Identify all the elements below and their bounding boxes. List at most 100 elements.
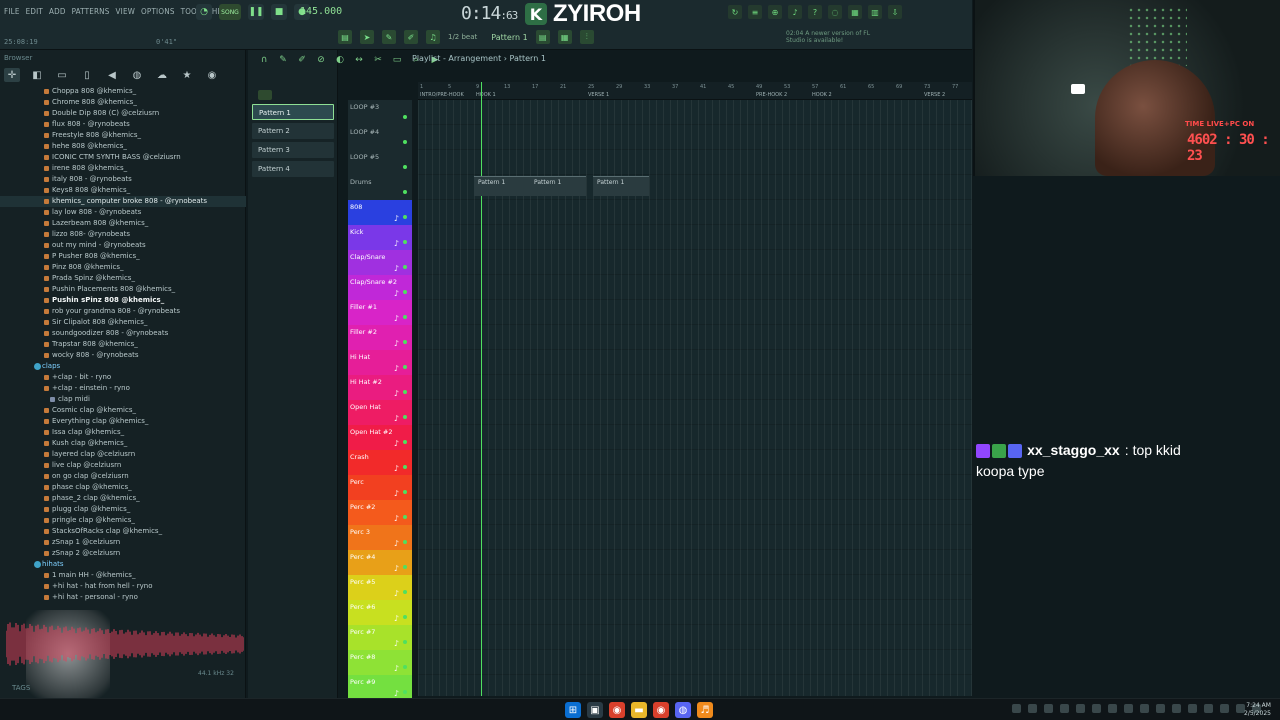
browser-item[interactable]: ICONIC CTM SYNTH BASS @celziusrn <box>0 152 246 163</box>
arrangement-marker[interactable]: VERSE 2 <box>924 92 945 98</box>
tray-icon[interactable] <box>1124 704 1133 713</box>
track-mute-led[interactable] <box>403 415 407 419</box>
browser-item[interactable]: Pushin Placements 808 @khemics_ <box>0 284 246 295</box>
track-header[interactable]: Perc #4 ♪ <box>348 550 412 575</box>
mixer-window-icon[interactable]: ⫶ <box>579 30 594 44</box>
browser-item[interactable]: Issa clap @khemics_ <box>0 427 246 438</box>
track-mute-led[interactable] <box>403 515 407 519</box>
browser-item[interactable]: +clap - einstein - ryno <box>0 383 246 394</box>
draw-icon[interactable]: ✎ <box>382 30 396 44</box>
slip-icon[interactable]: ↔ <box>353 54 365 66</box>
pause-button[interactable]: ❚❚ <box>248 4 264 20</box>
arrangement-marker[interactable]: HOOK 2 <box>812 92 832 98</box>
waveform-preview[interactable] <box>6 618 244 670</box>
stop-button[interactable]: ■ <box>271 4 287 20</box>
browser-item[interactable]: out my mind - @rynobeats <box>0 240 246 251</box>
track-header[interactable]: Hi Hat ♪ <box>348 350 412 375</box>
track-header[interactable]: Crash ♪ <box>348 450 412 475</box>
pattern-item[interactable]: Pattern 1 <box>252 104 334 120</box>
track-header[interactable]: LOOP #3 <box>348 100 412 125</box>
track-header[interactable]: Perc #8 ♪ <box>348 650 412 675</box>
track-header[interactable]: Clap/Snare ♪ <box>348 250 412 275</box>
playhead[interactable] <box>481 82 482 696</box>
track-mute-led[interactable] <box>403 540 407 544</box>
tray-icon[interactable] <box>1028 704 1037 713</box>
speaker-tab-icon[interactable]: ◀ <box>104 68 120 82</box>
recycle-icon[interactable]: ↻ <box>728 5 742 19</box>
arrangement-marker[interactable]: HOOK 1 <box>476 92 496 98</box>
browser-item[interactable]: Choppa 808 @khemics_ <box>0 86 246 97</box>
track-mute-led[interactable] <box>403 165 407 169</box>
browser-item[interactable]: Sir Clipalot 808 @khemics_ <box>0 317 246 328</box>
chrome-profile-icon[interactable]: ◉ <box>653 702 669 718</box>
chat-icon[interactable]: ◌ <box>828 5 842 19</box>
track-header[interactable]: Perc #6 ♪ <box>348 600 412 625</box>
arrangement-marker[interactable]: PRE-HOOK 2 <box>756 92 787 98</box>
delete-icon[interactable]: ⊘ <box>315 54 327 66</box>
track-mute-led[interactable] <box>403 315 407 319</box>
browser-item[interactable]: lay low 808 - @rynobeats <box>0 207 246 218</box>
track-mute-led[interactable] <box>403 690 407 694</box>
track-mute-led[interactable] <box>403 390 407 394</box>
pattern-item[interactable]: Pattern 4 <box>252 161 334 177</box>
cloud-tab-icon[interactable]: ☁ <box>154 68 170 82</box>
track-header[interactable]: Perc #9 ♪ <box>348 675 412 700</box>
bell-icon[interactable]: ♫ <box>426 30 440 44</box>
timeline-ruler[interactable]: 1 5 9 13 17 21 25 29 33 37 41 45 49 53 57 61 65 69 73 77 INT… <box>418 82 972 100</box>
browser-item[interactable]: soundgoodizer 808 - @rynobeats <box>0 328 246 339</box>
mixer-icon[interactable]: ≡ <box>748 5 762 19</box>
tray-icon[interactable] <box>1140 704 1149 713</box>
track-header[interactable]: Open Hat #2 ♪ <box>348 425 412 450</box>
tray-icon[interactable] <box>1060 704 1069 713</box>
browser-item[interactable]: Pinz 808 @khemics_ <box>0 262 246 273</box>
track-header[interactable]: Drums <box>348 175 412 200</box>
plugin-tab-icon[interactable]: ◍ <box>129 68 145 82</box>
browser-item[interactable]: lizzo 808- @rynobeats <box>0 229 246 240</box>
arrangement-marker[interactable]: INTRO/PRE-HOOK <box>420 92 464 98</box>
track-mute-led[interactable] <box>403 615 407 619</box>
folder-tab-icon[interactable]: ▭ <box>54 68 70 82</box>
track-header[interactable]: Perc ♪ <box>348 475 412 500</box>
browser-item[interactable]: rob your grandma 808 - @rynobeats <box>0 306 246 317</box>
pencil-icon[interactable]: ✎ <box>277 54 289 66</box>
system-clock[interactable]: 7:24 AM 2/5/2025 <box>1244 702 1271 718</box>
arrangement-marker[interactable]: VERSE 1 <box>588 92 609 98</box>
all-tab-icon[interactable]: ✛ <box>4 68 20 82</box>
fl-studio-icon[interactable]: ♬ <box>697 702 713 718</box>
windows-start-icon[interactable]: ⊞ <box>565 702 581 718</box>
track-mute-led[interactable] <box>403 215 407 219</box>
browser-item[interactable]: pringle clap @khemics_ <box>0 515 246 526</box>
browser-item[interactable]: hehe 808 @khemics_ <box>0 141 246 152</box>
browser-item[interactable]: italy 808 - @rynobeats <box>0 174 246 185</box>
browser-item[interactable]: +hi hat - hat from hell - ryno <box>0 581 246 592</box>
browser-item[interactable]: +hi hat - personal - ryno <box>0 592 246 603</box>
track-mute-led[interactable] <box>403 115 407 119</box>
browser-item[interactable]: wocky 808 - @rynobeats <box>0 350 246 361</box>
track-header[interactable]: LOOP #5 <box>348 150 412 175</box>
track-header[interactable]: Filler #2 ♪ <box>348 325 412 350</box>
tray-icon[interactable] <box>1204 704 1213 713</box>
snap-label[interactable]: 1/2 beat <box>448 33 477 41</box>
menu-file[interactable]: FILE <box>4 7 20 16</box>
help-icon[interactable]: ? <box>808 5 822 19</box>
track-header[interactable]: Perc #2 ♪ <box>348 500 412 525</box>
browser-item[interactable]: Trapstar 808 @khemics_ <box>0 339 246 350</box>
track-header[interactable]: Hi Hat #2 ♪ <box>348 375 412 400</box>
browser-item[interactable]: Everything clap @khemics_ <box>0 416 246 427</box>
browser-item[interactable]: live clap @celziusrn <box>0 460 246 471</box>
track-mute-led[interactable] <box>403 240 407 244</box>
track-header[interactable]: Clap/Snare #2 ♪ <box>348 275 412 300</box>
tray-icon[interactable] <box>1188 704 1197 713</box>
browser-item[interactable]: StacksOfRacks clap @khemics_ <box>0 526 246 537</box>
browser-item[interactable]: +clap - bit - ryno <box>0 372 246 383</box>
browser-item[interactable]: Prada Spinz @khemics_ <box>0 273 246 284</box>
browser-item[interactable]: Cosmic clap @khemics_ <box>0 405 246 416</box>
export-icon[interactable]: ⇩ <box>888 5 902 19</box>
piano-icon[interactable]: ▦ <box>848 5 862 19</box>
chrome-icon[interactable]: ◉ <box>609 702 625 718</box>
discord-icon[interactable]: ◍ <box>675 702 691 718</box>
browser-item[interactable]: flux 808 - @rynobeats <box>0 119 246 130</box>
star-tab-icon[interactable]: ★ <box>179 68 195 82</box>
browser-item[interactable]: plugg clap @khemics_ <box>0 504 246 515</box>
browser-item[interactable]: Double Dip 808 (C) @celziusrn <box>0 108 246 119</box>
